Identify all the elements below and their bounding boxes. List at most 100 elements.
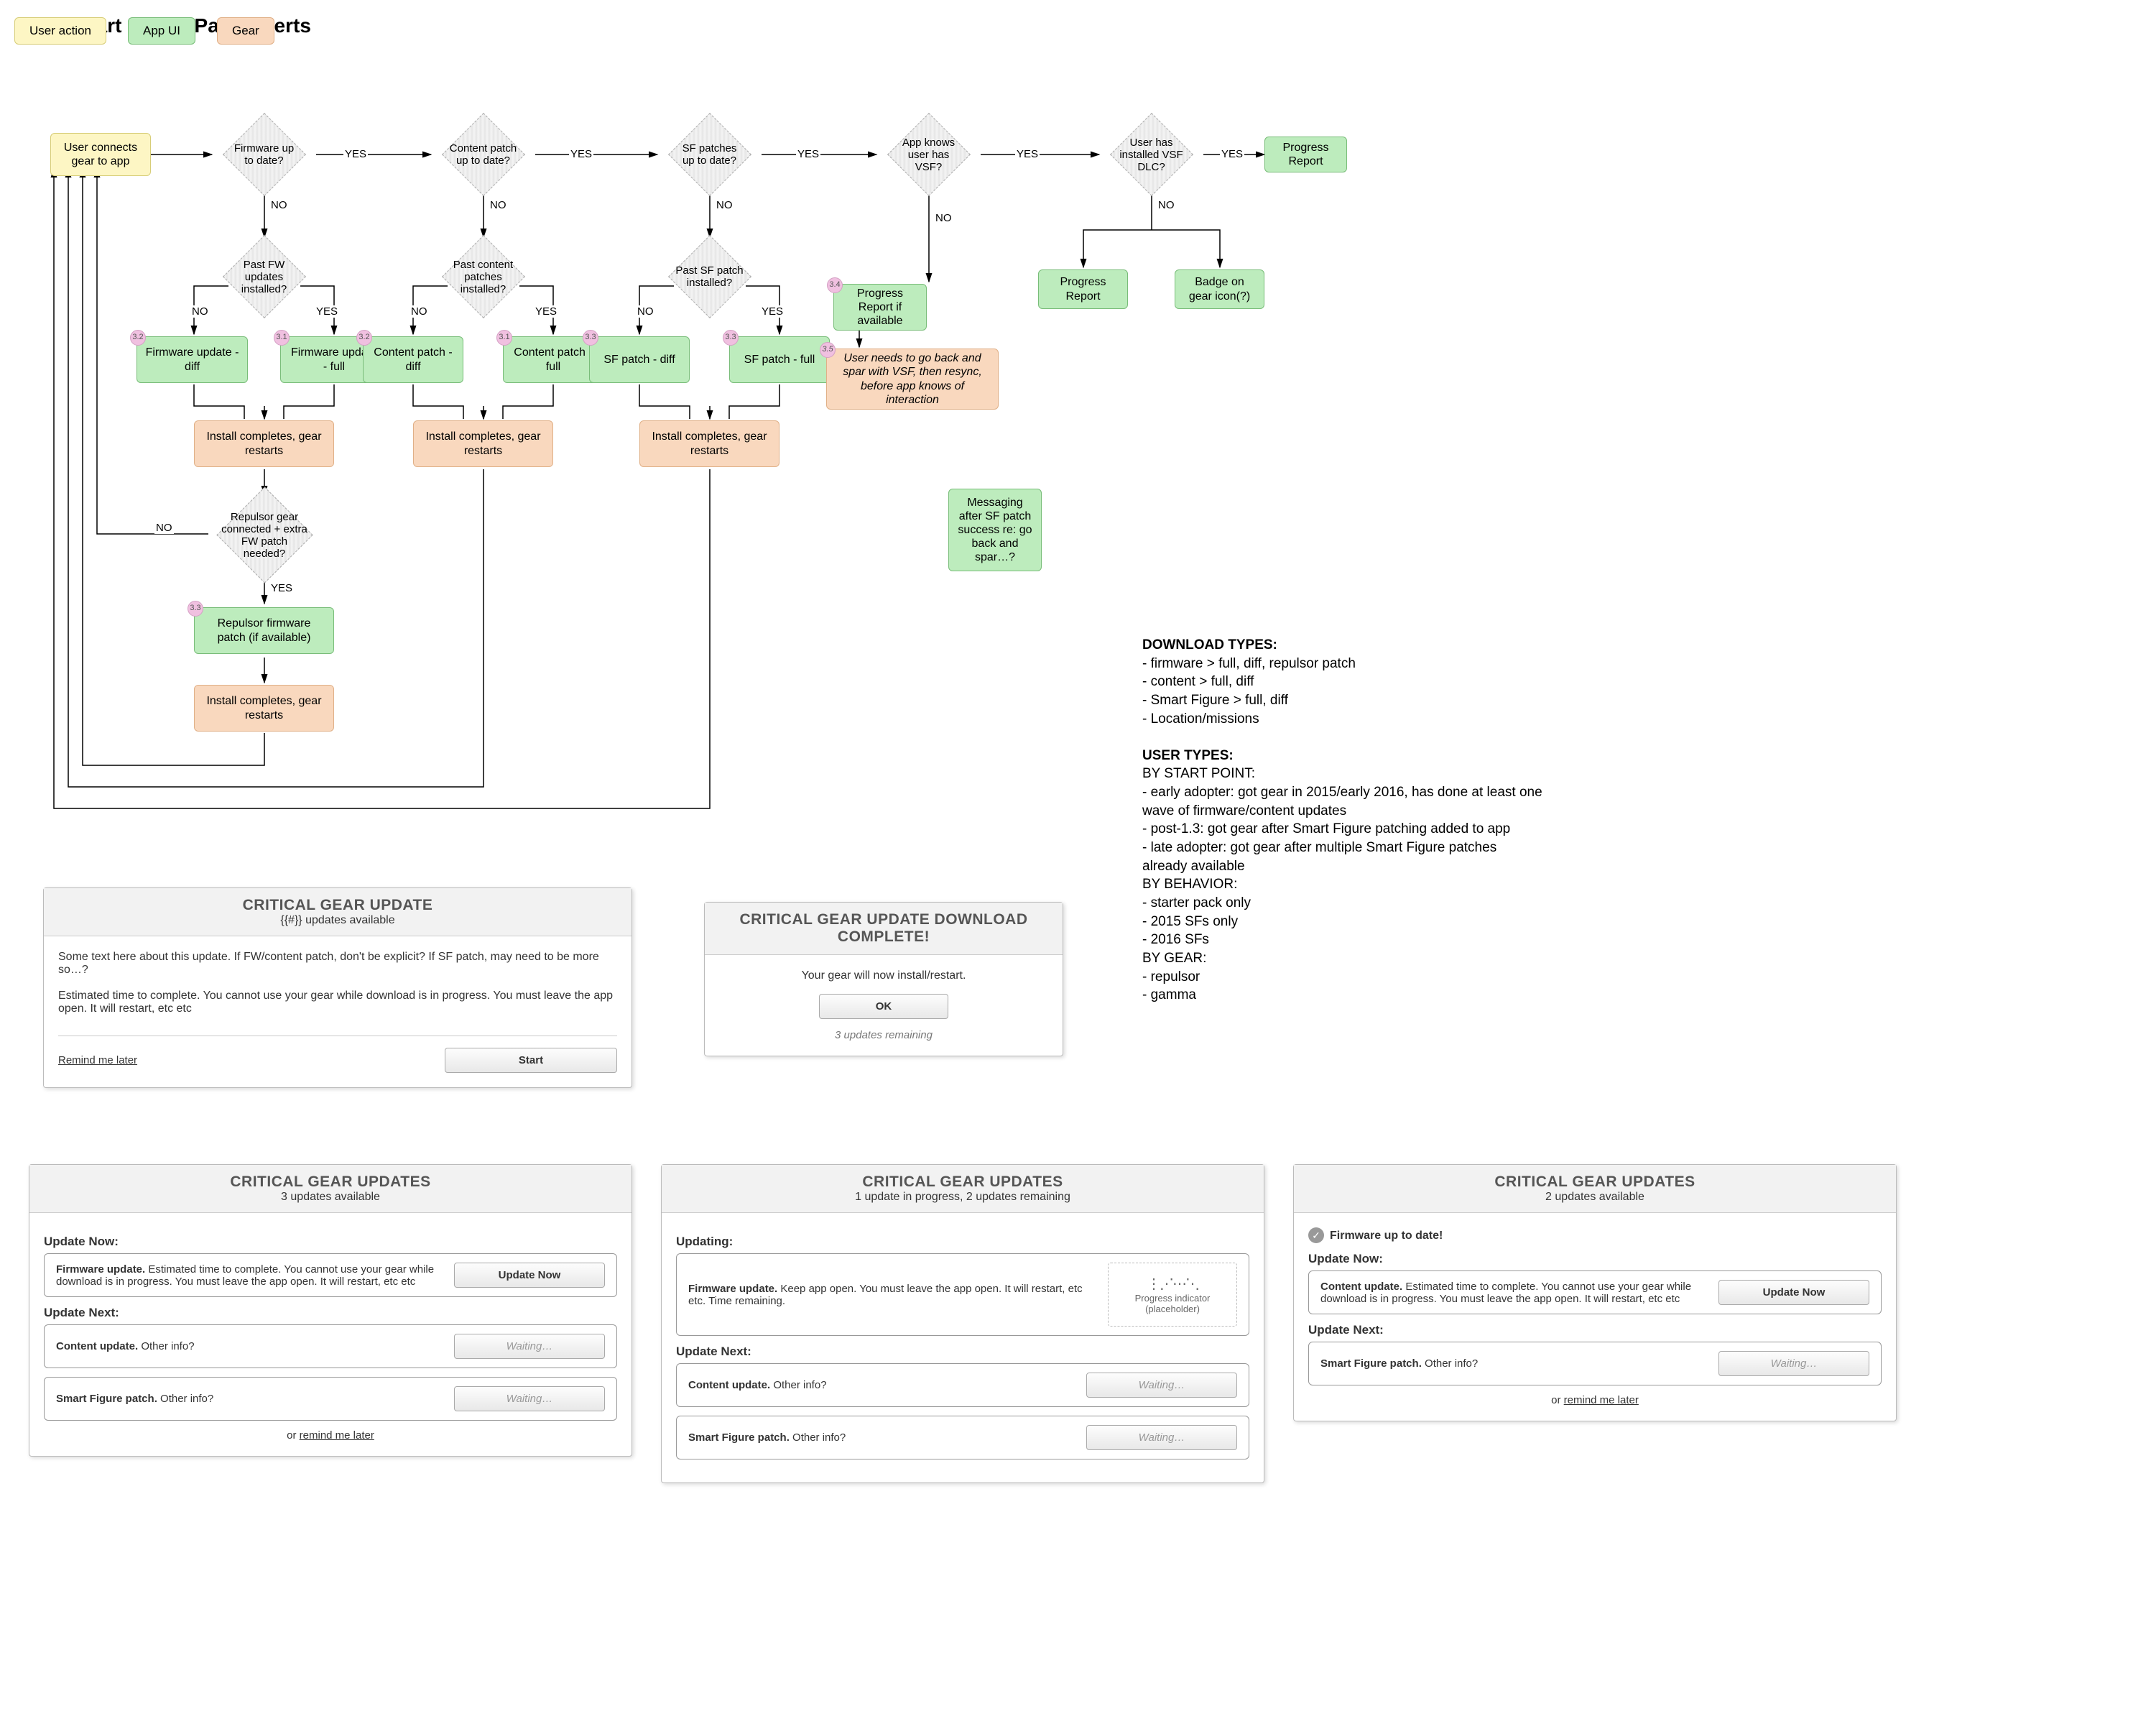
panel-subtitle: 2 updates available <box>1303 1191 1887 1204</box>
label-yes: YES <box>269 582 294 594</box>
update-row: Smart Figure patch. Other info? Waiting… <box>676 1416 1249 1459</box>
diamond-past-fw: Past FW updates installed? <box>223 244 305 309</box>
section-update-next: Update Next: <box>44 1306 617 1320</box>
mock-download-complete: CRITICAL GEAR UPDATE DOWNLOAD COMPLETE! … <box>704 902 1063 1056</box>
box-sf-full: SF patch - full3.3 <box>729 336 830 383</box>
remind-later-link[interactable]: Remind me later <box>58 1054 137 1066</box>
version-badge: 3.4 <box>827 277 843 293</box>
label-yes: YES <box>315 305 339 318</box>
diamond-app-knows-vsf: App knows user has VSF? <box>887 122 970 187</box>
label-no: NO <box>934 212 953 224</box>
box-install-content: Install completes, gear restarts <box>413 420 553 467</box>
label-yes: YES <box>760 305 785 318</box>
waiting-button: Waiting… <box>1086 1425 1237 1450</box>
update-row: Content update. Other info? Waiting… <box>676 1363 1249 1407</box>
mock-updates-list-3: CRITICAL GEAR UPDATES 2 updates availabl… <box>1293 1164 1897 1421</box>
update-row: Firmware update. Estimated time to compl… <box>44 1253 617 1297</box>
update-row: Smart Figure patch. Other info? Waiting… <box>1308 1342 1882 1385</box>
mock-critical-update-start: CRITICAL GEAR UPDATE {{#}} updates avail… <box>43 887 632 1088</box>
start-button[interactable]: Start <box>445 1048 617 1073</box>
update-now-button[interactable]: Update Now <box>1718 1280 1869 1305</box>
remind-later-link[interactable]: remind me later <box>300 1429 374 1442</box>
panel-title: CRITICAL GEAR UPDATES <box>38 1173 623 1191</box>
section-update-next: Update Next: <box>1308 1323 1882 1337</box>
label-yes: YES <box>1015 148 1040 160</box>
end-progress-report: Progress Report <box>1264 137 1347 172</box>
update-row: Content update. Estimated time to comple… <box>1308 1270 1882 1314</box>
version-badge: 3.1 <box>274 330 290 346</box>
panel-text: Some text here about this update. If FW/… <box>58 951 617 977</box>
label-yes: YES <box>534 305 558 318</box>
update-row: Content update. Other info? Waiting… <box>44 1324 617 1368</box>
section-updating: Updating: <box>676 1235 1249 1249</box>
spinner-icon: ⋮⋰⋯⋱ <box>1123 1275 1222 1293</box>
waiting-button: Waiting… <box>454 1386 605 1411</box>
box-dlc-progress: Progress Report <box>1038 269 1128 309</box>
section-update-next: Update Next: <box>676 1345 1249 1359</box>
label-no: NO <box>154 522 174 534</box>
label-yes: YES <box>1220 148 1244 160</box>
version-badge: 3.3 <box>188 601 203 617</box>
box-content-diff: Content patch - diff3.2 <box>363 336 463 383</box>
box-dlc-badge: Badge on gear icon(?) <box>1175 269 1264 309</box>
box-sf-diff: SF patch - diff3.3 <box>589 336 690 383</box>
box-install-repulsor: Install completes, gear restarts <box>194 685 334 732</box>
panel-title: CRITICAL GEAR UPDATES <box>1303 1173 1887 1191</box>
waiting-button: Waiting… <box>1718 1351 1869 1376</box>
section-update-now: Update Now: <box>1308 1252 1882 1266</box>
version-badge: 3.2 <box>356 330 372 346</box>
mock-updates-list-1: CRITICAL GEAR UPDATES 3 updates availabl… <box>29 1164 632 1457</box>
firmware-done-row: ✓Firmware up to date! <box>1308 1227 1882 1243</box>
mock-updates-list-2: CRITICAL GEAR UPDATES 1 update in progre… <box>661 1164 1264 1483</box>
panel-text: Estimated time to complete. You cannot u… <box>58 990 617 1015</box>
panel-title: CRITICAL GEAR UPDATES <box>670 1173 1255 1191</box>
label-yes: YES <box>343 148 368 160</box>
panel-subtitle: 3 updates available <box>38 1191 623 1204</box>
check-icon: ✓ <box>1308 1227 1324 1243</box>
waiting-button: Waiting… <box>454 1334 605 1359</box>
label-yes: YES <box>569 148 593 160</box>
progress-placeholder: ⋮⋰⋯⋱ Progress indicator (placeholder) <box>1108 1263 1237 1327</box>
version-badge: 3.3 <box>723 330 739 346</box>
box-progress-if-available: Progress Report if available3.4 <box>833 284 927 331</box>
label-no: NO <box>489 199 508 211</box>
diamond-dlc-installed: User has installed VSF DLC? <box>1110 122 1193 187</box>
panel-subtitle: 1 update in progress, 2 updates remainin… <box>670 1191 1255 1204</box>
notes-panel: DOWNLOAD TYPES: - firmware > full, diff,… <box>1142 636 1545 1005</box>
version-badge: 3.1 <box>496 330 512 346</box>
legend-gear: Gear <box>217 17 274 45</box>
diamond-firmware-up-to-date: Firmware up to date? <box>223 122 305 187</box>
update-now-button[interactable]: Update Now <box>454 1263 605 1288</box>
label-no: NO <box>190 305 210 318</box>
box-repulsor-patch: Repulsor firmware patch (if available)3.… <box>194 607 334 654</box>
legend-user-action: User action <box>14 17 106 45</box>
panel-title: CRITICAL GEAR UPDATE <box>52 897 623 914</box>
ok-button[interactable]: OK <box>819 994 948 1019</box>
start-node: User connects gear to app <box>50 133 151 176</box>
legend-app-ui: App UI <box>128 17 195 45</box>
label-no: NO <box>410 305 429 318</box>
diamond-content-up-to-date: Content patch up to date? <box>442 122 524 187</box>
box-install-fw: Install completes, gear restarts <box>194 420 334 467</box>
page: 2016 Smart Figure Patch Alerts User acti… <box>14 14 2141 1696</box>
diamond-past-sf: Past SF patch installed? <box>668 244 751 309</box>
label-no: NO <box>636 305 655 318</box>
waiting-button: Waiting… <box>1086 1373 1237 1398</box>
diamond-past-content: Past content patches installed? <box>442 244 524 309</box>
version-badge: 3.2 <box>130 330 146 346</box>
panel-title: CRITICAL GEAR UPDATE DOWNLOAD COMPLETE! <box>713 911 1054 946</box>
update-row: Firmware update. Keep app open. You must… <box>676 1253 1249 1336</box>
box-vsf-resync: User needs to go back and spar with VSF,… <box>826 349 999 410</box>
label-no: NO <box>269 199 289 211</box>
diamond-repulsor: Repulsor gear connected + extra FW patch… <box>214 496 315 575</box>
label-yes: YES <box>796 148 820 160</box>
version-badge: 3.3 <box>583 330 598 346</box>
update-row: Smart Figure patch. Other info? Waiting… <box>44 1377 617 1421</box>
remind-later-link[interactable]: remind me later <box>1564 1394 1639 1406</box>
updates-remaining: 3 updates remaining <box>719 1029 1048 1041</box>
box-messaging-after-sf: Messaging after SF patch success re: go … <box>948 489 1042 571</box>
diamond-sf-up-to-date: SF patches up to date? <box>668 122 751 187</box>
legend: User action App UI Gear <box>14 17 274 45</box>
box-firmware-diff: Firmware update - diff3.2 <box>137 336 248 383</box>
version-badge: 3.5 <box>820 342 836 358</box>
